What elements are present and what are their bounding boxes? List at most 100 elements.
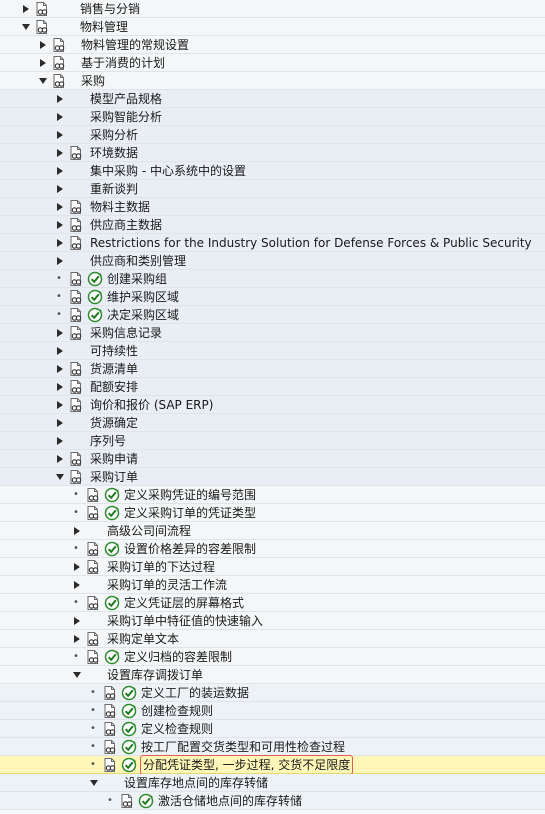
execute-activity-icon[interactable] (121, 739, 137, 755)
tree-node[interactable]: • 设置价格差异的容差限制 (0, 540, 545, 558)
tree-node[interactable]: 采购订单的灵活工作流 (0, 576, 545, 594)
tree-node[interactable]: • 激活仓储地点间的库存转储 (0, 792, 545, 810)
expand-arrow-icon[interactable] (54, 252, 66, 270)
execute-activity-icon[interactable] (121, 685, 137, 701)
documentation-icon[interactable] (102, 703, 118, 719)
execute-activity-icon[interactable] (104, 487, 120, 503)
tree-node[interactable]: 采购 (0, 72, 545, 90)
documentation-icon[interactable] (34, 1, 50, 17)
documentation-icon[interactable] (85, 649, 101, 665)
tree-node[interactable]: 销售与分销 (0, 0, 545, 18)
tree-node[interactable]: • 按工厂配置交货类型和可用性检查过程 (0, 738, 545, 756)
tree-node[interactable]: 采购订单 (0, 468, 545, 486)
tree-node[interactable]: 询价和报价 (SAP ERP) (0, 396, 545, 414)
execute-activity-icon[interactable] (121, 757, 137, 773)
expand-arrow-icon[interactable] (54, 162, 66, 180)
tree-node[interactable]: 物料管理 (0, 18, 545, 36)
expand-arrow-icon[interactable] (54, 378, 66, 396)
documentation-icon[interactable] (68, 199, 84, 215)
expand-arrow-icon[interactable] (71, 612, 83, 630)
tree-node[interactable]: 设置库存地点间的库存转储 (0, 774, 545, 792)
documentation-icon[interactable] (85, 559, 101, 575)
tree-node[interactable]: 配额安排 (0, 378, 545, 396)
expand-arrow-icon[interactable] (54, 360, 66, 378)
tree-node[interactable]: 采购信息记录 (0, 324, 545, 342)
tree-node[interactable]: 设置库存调拨订单 (0, 666, 545, 684)
tree-node[interactable]: • 定义归档的容差限制 (0, 648, 545, 666)
tree-node[interactable]: • 创建检查规则 (0, 702, 545, 720)
execute-activity-icon[interactable] (121, 721, 137, 737)
expand-arrow-icon[interactable] (54, 198, 66, 216)
tree-node[interactable]: 重新谈判 (0, 180, 545, 198)
expand-arrow-icon[interactable] (54, 396, 66, 414)
tree-node[interactable]: 货源清单 (0, 360, 545, 378)
tree-node[interactable]: • 定义工厂的装运数据 (0, 684, 545, 702)
documentation-icon[interactable] (102, 757, 118, 773)
execute-activity-icon[interactable] (87, 289, 103, 305)
documentation-icon[interactable] (68, 235, 84, 251)
expand-arrow-icon[interactable] (37, 36, 49, 54)
documentation-icon[interactable] (102, 721, 118, 737)
expand-arrow-icon[interactable] (37, 54, 49, 72)
tree-node[interactable]: • 决定采购区域 (0, 306, 545, 324)
collapse-arrow-icon[interactable] (37, 72, 49, 90)
documentation-icon[interactable] (51, 73, 67, 89)
execute-activity-icon[interactable] (104, 595, 120, 611)
documentation-icon[interactable] (68, 217, 84, 233)
execute-activity-icon[interactable] (138, 793, 154, 809)
documentation-icon[interactable] (85, 541, 101, 557)
documentation-icon[interactable] (68, 307, 84, 323)
expand-arrow-icon[interactable] (54, 90, 66, 108)
documentation-icon[interactable] (68, 469, 84, 485)
expand-arrow-icon[interactable] (54, 216, 66, 234)
documentation-icon[interactable] (85, 631, 101, 647)
documentation-icon[interactable] (85, 487, 101, 503)
expand-arrow-icon[interactable] (71, 630, 83, 648)
expand-arrow-icon[interactable] (54, 450, 66, 468)
documentation-icon[interactable] (51, 37, 67, 53)
collapse-arrow-icon[interactable] (54, 468, 66, 486)
expand-arrow-icon[interactable] (71, 576, 83, 594)
expand-arrow-icon[interactable] (54, 414, 66, 432)
expand-arrow-icon[interactable] (54, 342, 66, 360)
collapse-arrow-icon[interactable] (71, 666, 83, 684)
execute-activity-icon[interactable] (87, 307, 103, 323)
execute-activity-icon[interactable] (121, 703, 137, 719)
execute-activity-icon[interactable] (104, 649, 120, 665)
tree-node[interactable]: • 创建采购组 (0, 270, 545, 288)
tree-node[interactable]: 供应商和类别管理 (0, 252, 545, 270)
tree-node[interactable]: Restrictions for the Industry Solution f… (0, 234, 545, 252)
documentation-icon[interactable] (85, 595, 101, 611)
tree-node[interactable]: • 维护采购区域 (0, 288, 545, 306)
tree-node[interactable]: 采购定单文本 (0, 630, 545, 648)
tree-node[interactable]: 供应商主数据 (0, 216, 545, 234)
tree-node[interactable]: 货源确定 (0, 414, 545, 432)
expand-arrow-icon[interactable] (71, 522, 83, 540)
execute-activity-icon[interactable] (87, 271, 103, 287)
execute-activity-icon[interactable] (104, 541, 120, 557)
documentation-icon[interactable] (85, 505, 101, 521)
expand-arrow-icon[interactable] (54, 180, 66, 198)
tree-node[interactable]: • 定义采购订单的凭证类型 (0, 504, 545, 522)
documentation-icon[interactable] (68, 451, 84, 467)
collapse-arrow-icon[interactable] (20, 18, 32, 36)
tree-node[interactable]: • 定义凭证层的屏幕格式 (0, 594, 545, 612)
documentation-icon[interactable] (68, 289, 84, 305)
documentation-icon[interactable] (68, 379, 84, 395)
tree-node[interactable]: 可持续性 (0, 342, 545, 360)
tree-node[interactable]: 基于消费的计划 (0, 54, 545, 72)
expand-arrow-icon[interactable] (54, 108, 66, 126)
tree-node[interactable]: 模型产品规格 (0, 90, 545, 108)
tree-node[interactable]: 物料主数据 (0, 198, 545, 216)
tree-node[interactable]: 采购智能分析 (0, 108, 545, 126)
documentation-icon[interactable] (119, 793, 135, 809)
documentation-icon[interactable] (68, 361, 84, 377)
tree-node[interactable]: • 定义检查规则 (0, 720, 545, 738)
expand-arrow-icon[interactable] (54, 126, 66, 144)
collapse-arrow-icon[interactable] (88, 774, 100, 792)
tree-node[interactable]: 环境数据 (0, 144, 545, 162)
tree-node[interactable]: 采购订单的下达过程 (0, 558, 545, 576)
documentation-icon[interactable] (68, 145, 84, 161)
documentation-icon[interactable] (68, 271, 84, 287)
tree-node-selected[interactable]: • 分配凭证类型, 一步过程, 交货不足限度 (0, 755, 545, 775)
